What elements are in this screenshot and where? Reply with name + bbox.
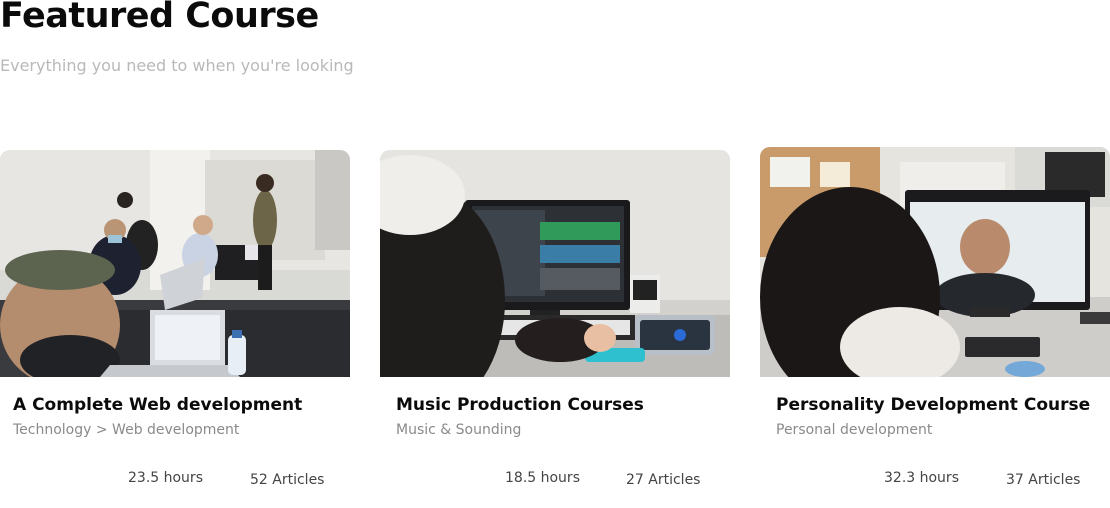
course-image-music-studio[interactable] xyxy=(380,150,730,377)
course-title[interactable]: Music Production Courses xyxy=(396,395,644,415)
course-card-web-development[interactable]: A Complete Web development Technology > … xyxy=(0,150,350,508)
course-category: Personal development xyxy=(776,422,933,438)
course-articles: 37 Articles xyxy=(1006,472,1081,488)
course-title[interactable]: Personality Development Course xyxy=(776,395,1090,415)
course-hours: 23.5 hours xyxy=(128,470,203,486)
course-card-music-production[interactable]: Music Production Courses Music & Soundin… xyxy=(380,150,730,508)
course-hours: 18.5 hours xyxy=(505,470,580,486)
course-image-classroom[interactable] xyxy=(0,150,350,377)
course-image-video-call[interactable] xyxy=(760,147,1110,377)
course-hours: 32.3 hours xyxy=(884,470,959,486)
course-card-personality-development[interactable]: Personality Development Course Personal … xyxy=(760,147,1110,505)
section-title: Featured Course xyxy=(0,0,319,36)
course-title[interactable]: A Complete Web development xyxy=(13,395,302,415)
course-articles: 52 Articles xyxy=(250,472,325,488)
music-studio-monitor-photo xyxy=(380,150,730,377)
classroom-laptops-photo xyxy=(0,150,350,377)
video-call-monitor-photo xyxy=(760,147,1110,377)
section-subtitle: Everything you need to when you're looki… xyxy=(0,56,354,75)
course-articles: 27 Articles xyxy=(626,472,701,488)
course-category: Music & Sounding xyxy=(396,422,522,438)
course-category: Technology > Web development xyxy=(13,422,240,438)
